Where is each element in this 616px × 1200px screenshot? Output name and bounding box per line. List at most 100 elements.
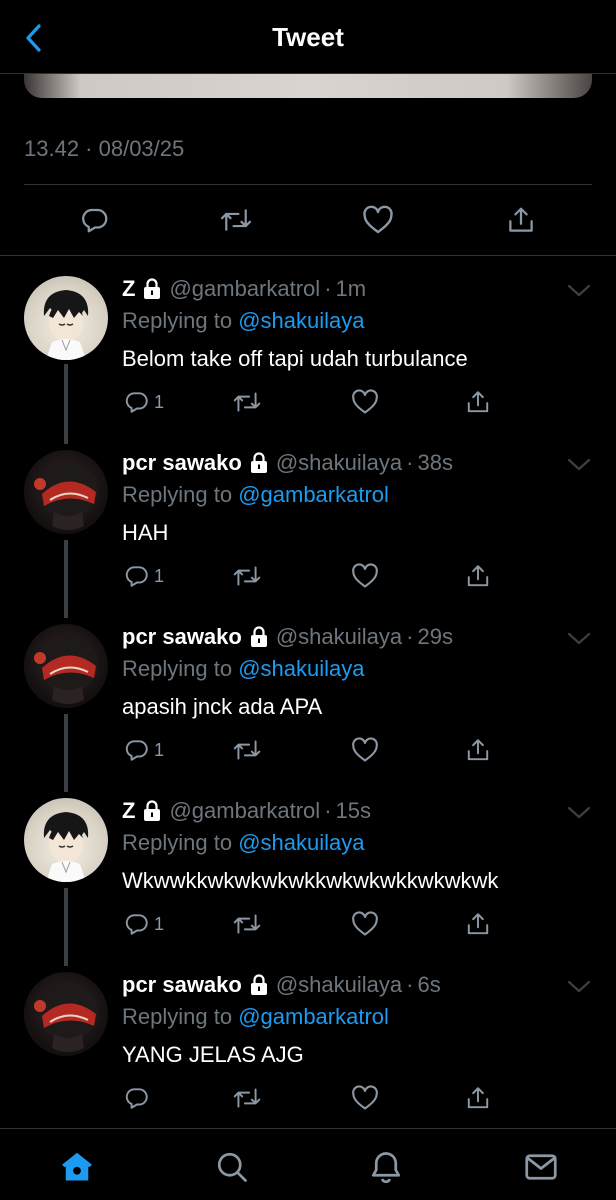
reply-header: pcr sawako @shakuilaya · 6s: [122, 972, 441, 998]
retweet-button[interactable]: [232, 1082, 262, 1114]
share-button[interactable]: [465, 1082, 491, 1114]
retweet-button[interactable]: [232, 734, 262, 766]
retweet-icon: [233, 740, 261, 760]
replying-to-handle[interactable]: @gambarkatrol: [238, 1004, 389, 1029]
retweet-button[interactable]: [232, 908, 262, 940]
reply-count: 1: [154, 391, 165, 412]
tab-home[interactable]: [57, 1147, 97, 1187]
handle[interactable]: @shakuilaya: [276, 450, 402, 476]
display-name[interactable]: Z: [122, 276, 135, 302]
display-name[interactable]: Z: [122, 798, 135, 824]
like-button[interactable]: [351, 908, 379, 940]
share-button[interactable]: [503, 202, 539, 238]
retweet-button[interactable]: [232, 386, 262, 418]
display-name[interactable]: pcr sawako: [122, 972, 242, 998]
reply-count: 1: [154, 913, 165, 934]
replying-to: Replying to @shakuilaya: [122, 308, 364, 334]
avatar[interactable]: [24, 798, 108, 882]
reply-icon: [82, 208, 108, 233]
replying-to: Replying to @shakuilaya: [122, 656, 364, 682]
reply-button[interactable]: 1: [124, 386, 164, 418]
reply-text: apasih jnck ada APA: [122, 694, 323, 719]
reply-button[interactable]: 1: [124, 734, 164, 766]
lock-icon: [144, 278, 161, 299]
replying-prefix: Replying to: [122, 656, 239, 681]
tab-search[interactable]: [212, 1147, 252, 1187]
display-name[interactable]: pcr sawako: [122, 450, 242, 476]
chevron-down-icon[interactable]: [566, 976, 592, 996]
chevron-down-icon[interactable]: [566, 802, 592, 822]
replying-to-handle[interactable]: @shakuilaya: [238, 656, 364, 681]
handle[interactable]: @gambarkatrol: [169, 798, 320, 824]
handle[interactable]: @shakuilaya: [276, 624, 402, 650]
reply-actions: 1: [122, 908, 502, 940]
reply-button[interactable]: 1: [124, 908, 164, 940]
retweet-button[interactable]: [218, 202, 254, 238]
like-icon: [352, 911, 378, 936]
replying-to: Replying to @shakuilaya: [122, 830, 364, 856]
home-icon: [62, 1152, 92, 1181]
display-name[interactable]: pcr sawako: [122, 624, 242, 650]
reply-text: Belom take off tapi udah turbulance: [122, 346, 468, 371]
search-icon: [217, 1152, 247, 1182]
share-icon: [467, 739, 489, 761]
like-icon: [352, 563, 378, 588]
avatar[interactable]: [24, 450, 108, 534]
like-button[interactable]: [351, 560, 379, 592]
like-button[interactable]: [351, 386, 379, 418]
reply-button[interactable]: 1: [124, 560, 164, 592]
reply-actions: 1: [122, 560, 502, 592]
tab-notifications[interactable]: [366, 1147, 406, 1187]
separator-dot: ·: [406, 450, 414, 475]
replying-prefix: Replying to: [122, 1004, 239, 1029]
replying-to-handle[interactable]: @gambarkatrol: [238, 482, 389, 507]
reply-count: 1: [154, 565, 165, 586]
top-bar: Tweet: [0, 0, 616, 74]
replying-to: Replying to @gambarkatrol: [122, 1004, 389, 1030]
avatar[interactable]: [24, 276, 108, 360]
thread-line: [64, 364, 68, 444]
separator-dot: ·: [406, 624, 414, 649]
like-icon: [352, 1085, 378, 1110]
share-button[interactable]: [465, 734, 491, 766]
reply-icon: [125, 740, 148, 761]
thread-line: [64, 888, 68, 966]
retweet-icon: [233, 566, 261, 586]
lock-icon: [250, 974, 267, 995]
chevron-down-icon[interactable]: [566, 628, 592, 648]
avatar[interactable]: [24, 972, 108, 1056]
share-icon: [467, 913, 489, 935]
like-button[interactable]: [351, 1082, 379, 1114]
tab-messages[interactable]: [521, 1147, 561, 1187]
reply-button[interactable]: [124, 1082, 154, 1114]
reply-count: 1: [154, 739, 165, 760]
reply-button[interactable]: [77, 202, 113, 238]
like-button[interactable]: [351, 734, 379, 766]
share-button[interactable]: [465, 386, 491, 418]
reply-time: 1m: [335, 276, 367, 301]
share-button[interactable]: [465, 560, 491, 592]
like-button[interactable]: [360, 202, 396, 238]
divider: [24, 184, 592, 185]
chevron-down-icon[interactable]: [566, 280, 592, 300]
page-title: Tweet: [272, 22, 344, 52]
replying-to-handle[interactable]: @shakuilaya: [238, 830, 364, 855]
thread-line: [64, 714, 68, 792]
reply-header: Z @gambarkatrol · 1m: [122, 276, 366, 302]
replying-to: Replying to @gambarkatrol: [122, 482, 389, 508]
reply-text: HAH: [122, 520, 169, 545]
separator-dot: ·: [406, 972, 414, 997]
reply-text: YANG JELAS AJG: [122, 1042, 304, 1067]
tweet-media[interactable]: [24, 74, 592, 98]
retweet-icon: [220, 209, 252, 231]
chevron-down-icon[interactable]: [566, 454, 592, 474]
replying-to-handle[interactable]: @shakuilaya: [238, 308, 364, 333]
handle[interactable]: @gambarkatrol: [169, 276, 320, 302]
reply-actions: 1: [122, 734, 502, 766]
reply-time: 6s: [417, 972, 441, 997]
avatar[interactable]: [24, 624, 108, 708]
share-button[interactable]: [465, 908, 491, 940]
share-icon: [509, 207, 533, 232]
retweet-button[interactable]: [232, 560, 262, 592]
handle[interactable]: @shakuilaya: [276, 972, 402, 998]
